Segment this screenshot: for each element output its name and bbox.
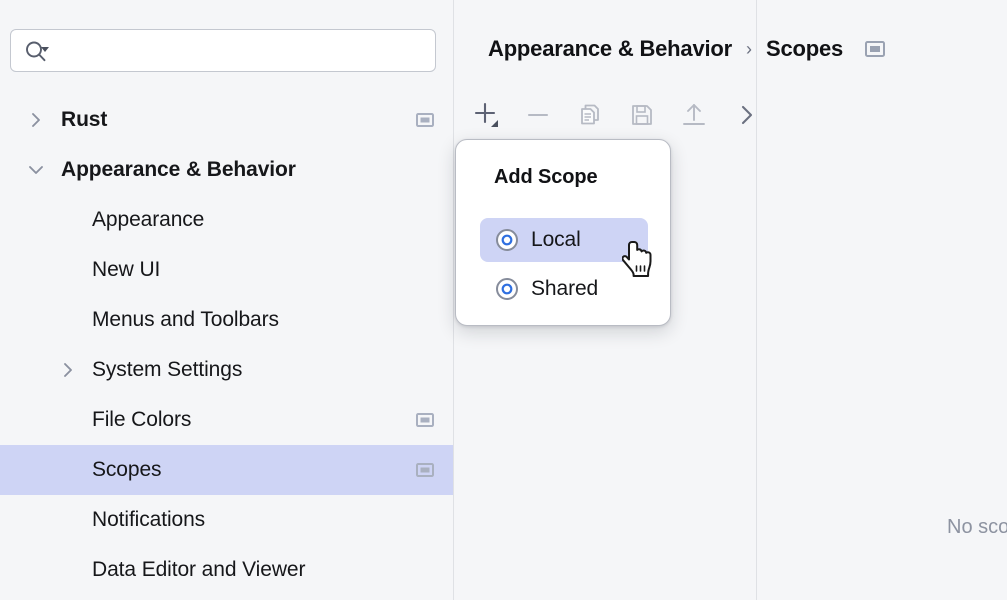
sidebar-item-appearance[interactable]: Appearance (0, 195, 454, 245)
empty-state-message: No scopes added. (947, 516, 1007, 539)
search-field[interactable] (10, 29, 436, 72)
breadcrumb-separator: › (746, 39, 752, 60)
breadcrumb-item-0[interactable]: Appearance & Behavior (488, 36, 732, 62)
settings-badge-icon[interactable] (416, 463, 434, 477)
scopes-toolbar (460, 92, 1007, 138)
sidebar-item-rust[interactable]: Rust (0, 95, 454, 145)
add-scope-button[interactable] (460, 92, 512, 138)
breadcrumb-item-1: Scopes (766, 36, 843, 62)
move-right-button[interactable] (720, 92, 772, 138)
sidebar-item-new-ui[interactable]: New UI (0, 245, 454, 295)
settings-sidebar: Rust Appearance & Behavior Appearance New U… (0, 0, 454, 600)
sidebar-item-scopes[interactable]: Scopes (0, 445, 454, 495)
settings-dialog: Rust Appearance & Behavior Appearance New U… (0, 0, 1007, 600)
sidebar-item-appearance-behavior[interactable]: Appearance & Behavior (0, 145, 454, 195)
add-scope-popup: Add Scope Local Shared (455, 139, 671, 326)
settings-tree: Rust Appearance & Behavior Appearance New U… (0, 95, 454, 595)
sidebar-item-label: Scopes (92, 458, 161, 482)
sidebar-item-menus-and-toolbars[interactable]: Menus and Toolbars (0, 295, 454, 345)
settings-badge-icon[interactable] (416, 113, 434, 127)
sidebar-item-label: Notifications (92, 508, 205, 532)
sidebar-item-label: New UI (92, 258, 160, 282)
search-input[interactable] (54, 30, 435, 71)
popup-item-shared[interactable]: Shared (480, 267, 648, 311)
remove-scope-button[interactable] (512, 92, 564, 138)
sidebar-item-system-settings[interactable]: System Settings (0, 345, 454, 395)
save-button[interactable] (616, 92, 668, 138)
breadcrumb: Appearance & Behavior › Scopes (488, 33, 885, 65)
sidebar-item-file-colors[interactable]: File Colors (0, 395, 454, 445)
sidebar-item-label: Appearance & Behavior (61, 158, 296, 182)
sidebar-item-label: File Colors (92, 408, 191, 432)
chevron-down-icon[interactable] (25, 159, 47, 181)
sidebar-item-notifications[interactable]: Notifications (0, 495, 454, 545)
search-icon[interactable] (24, 39, 54, 63)
popup-item-local-label: Local (531, 228, 581, 252)
sidebar-item-data-editor-and-viewer[interactable]: Data Editor and Viewer (0, 545, 454, 595)
duplicate-button[interactable] (564, 92, 616, 138)
share-button[interactable] (668, 92, 720, 138)
content-divider (756, 0, 757, 600)
scope-local-icon (495, 228, 519, 252)
settings-badge-icon[interactable] (416, 413, 434, 427)
scope-shared-icon (495, 277, 519, 301)
sidebar-item-label: Appearance (92, 208, 204, 232)
popup-title: Add Scope (494, 166, 598, 189)
chevron-right-icon[interactable] (57, 359, 79, 381)
settings-badge-icon[interactable] (865, 41, 885, 57)
sidebar-item-label: Rust (61, 108, 107, 132)
sidebar-item-label: System Settings (92, 358, 242, 382)
popup-item-local[interactable]: Local (480, 218, 648, 262)
sidebar-item-label: Data Editor and Viewer (92, 558, 305, 582)
popup-item-shared-label: Shared (531, 277, 598, 301)
sidebar-item-label: Menus and Toolbars (92, 308, 279, 332)
chevron-right-icon[interactable] (25, 109, 47, 131)
